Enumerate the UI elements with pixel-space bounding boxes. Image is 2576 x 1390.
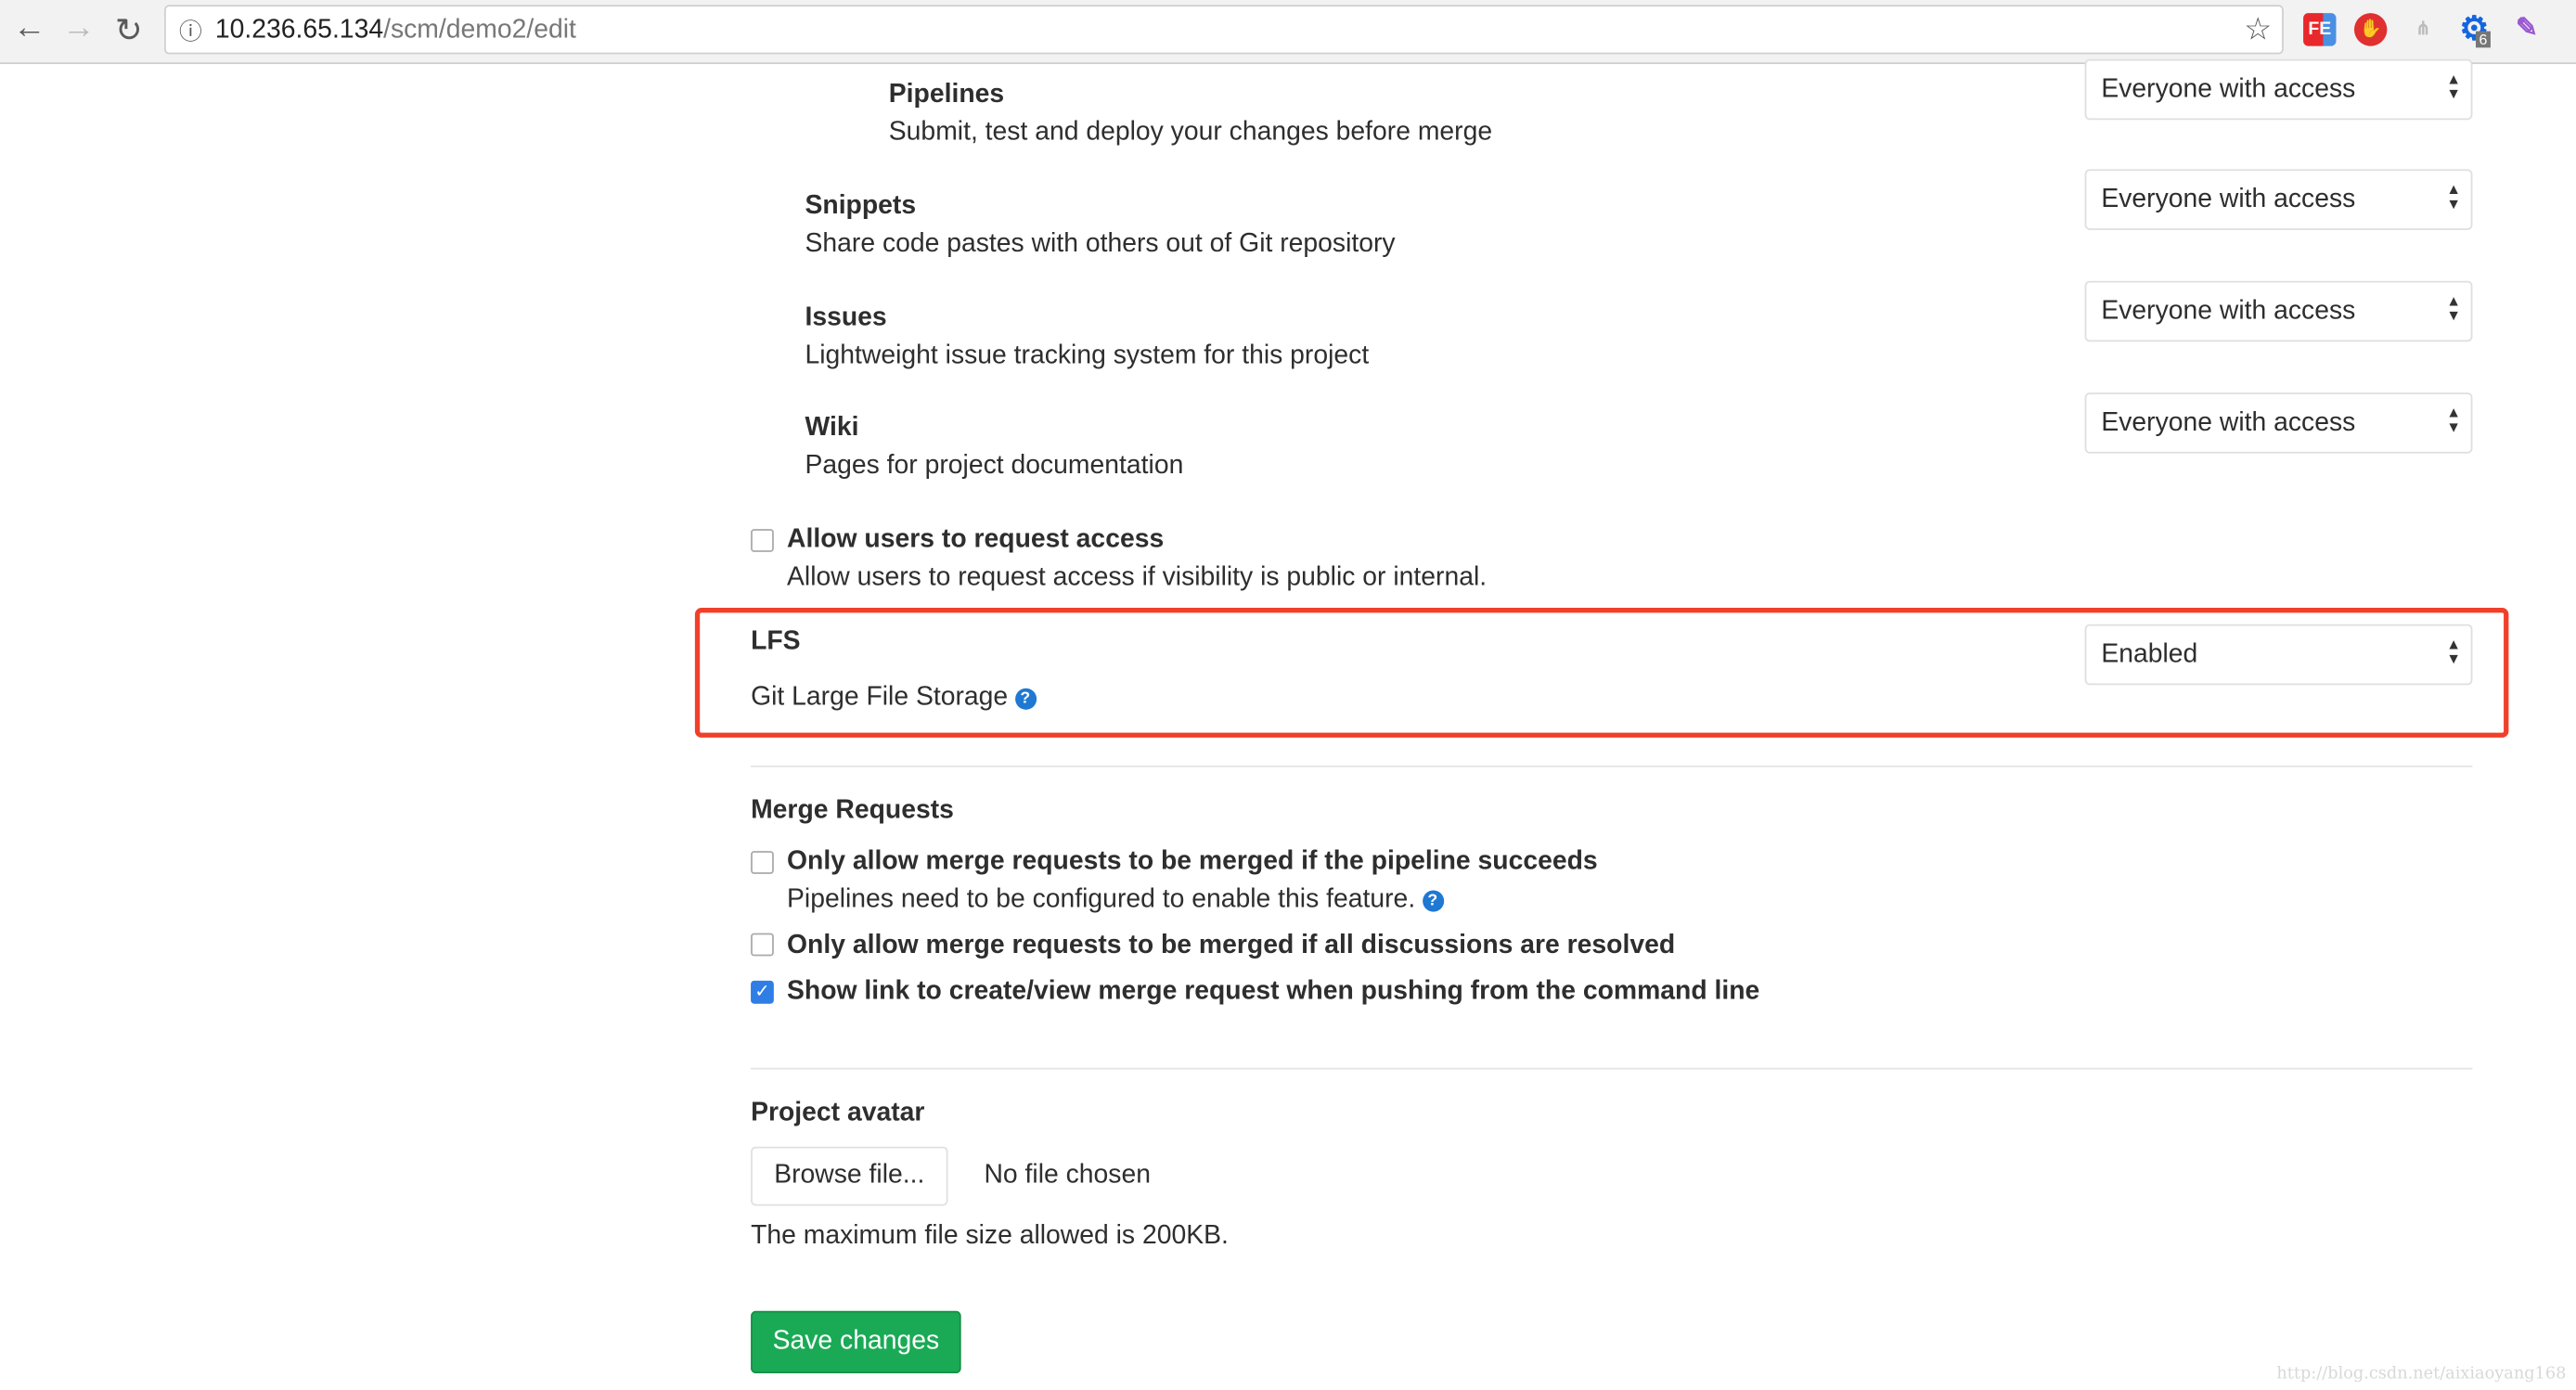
- select-value: Everyone with access: [2101, 75, 2356, 104]
- select-value: Everyone with access: [2101, 297, 2356, 326]
- back-icon[interactable]: ←: [13, 10, 45, 48]
- url-host: 10.236.65.134: [214, 16, 384, 45]
- feather-pen-icon[interactable]: ✎: [2510, 13, 2543, 45]
- show-mr-link-checkbox[interactable]: ✓: [751, 980, 774, 1004]
- bookmark-star-icon[interactable]: ☆: [2244, 11, 2272, 49]
- select-arrows-icon: ▲ ▼: [2446, 292, 2462, 324]
- pipeline-succeeds-checkbox[interactable]: [751, 851, 774, 874]
- merge-option-desc: Pipelines need to be configured to enabl…: [787, 885, 1416, 914]
- select-arrows-icon: ▲ ▼: [2446, 404, 2462, 436]
- feature-title: Pipelines: [888, 80, 1005, 109]
- help-icon[interactable]: ?: [1014, 688, 1037, 710]
- snippets-access-select[interactable]: Everyone with access ▲ ▼: [2084, 169, 2473, 230]
- sitemap-icon[interactable]: ⋔: [2407, 13, 2440, 45]
- feature-title: Snippets: [805, 192, 917, 221]
- lfs-desc: Git Large File Storage: [751, 683, 1009, 712]
- reload-icon[interactable]: ↻: [115, 10, 143, 51]
- address-bar[interactable]: ⓘ 10.236.65.134/scm/demo2/edit ☆: [164, 5, 2284, 55]
- gear-badge: 6: [2475, 31, 2491, 48]
- discussions-resolved-checkbox[interactable]: [751, 933, 774, 957]
- pipelines-access-select[interactable]: Everyone with access ▲ ▼: [2084, 58, 2473, 121]
- browser-toolbar: ← → ↻ ⓘ 10.236.65.134/scm/demo2/edit ☆ F…: [0, 0, 2576, 65]
- divider: [751, 766, 2473, 767]
- feature-desc: Lightweight issue tracking system for th…: [805, 341, 1370, 370]
- divider: [751, 1067, 2473, 1070]
- info-icon[interactable]: ⓘ: [179, 15, 202, 47]
- select-value: Everyone with access: [2101, 186, 2356, 214]
- feature-title: Wiki: [805, 414, 859, 443]
- select-arrows-icon: ▲ ▼: [2446, 180, 2462, 212]
- watermark: http://blog.csdn.net/aixiaoyang168: [2276, 1365, 2567, 1384]
- feature-desc: Pages for project documentation: [805, 451, 1184, 480]
- page: ← → ↻ ⓘ 10.236.65.134/scm/demo2/edit ☆ F…: [0, 0, 2576, 1390]
- lfs-title: LFS: [751, 627, 801, 656]
- issues-access-select[interactable]: Everyone with access ▲ ▼: [2084, 280, 2473, 342]
- feature-desc: Share code pastes with others out of Git…: [805, 229, 1396, 258]
- help-icon[interactable]: ?: [1422, 890, 1444, 912]
- merge-requests-title: Merge Requests: [751, 796, 954, 825]
- request-access-desc: Allow users to request access if visibil…: [787, 563, 1488, 592]
- avatar-size-note: The maximum file size allowed is 200KB.: [751, 1222, 1229, 1251]
- request-access-checkbox[interactable]: [751, 529, 774, 552]
- save-changes-button[interactable]: Save changes: [751, 1310, 961, 1374]
- forward-icon[interactable]: →: [62, 10, 95, 48]
- lfs-select[interactable]: Enabled ▲ ▼: [2084, 624, 2473, 686]
- feature-title: Issues: [805, 303, 887, 332]
- merge-option-label: Only allow merge requests to be merged i…: [787, 931, 1676, 959]
- request-access-label: Allow users to request access: [787, 525, 1165, 554]
- merge-option-label: Only allow merge requests to be merged i…: [787, 847, 1598, 876]
- feature-desc: Submit, test and deploy your changes bef…: [888, 118, 1493, 147]
- merge-option-label: Show link to create/view merge request w…: [787, 977, 1760, 1006]
- select-value: Enabled: [2101, 640, 2198, 669]
- fe-helper-icon[interactable]: FE: [2303, 13, 2337, 46]
- adblock-icon[interactable]: ✋: [2353, 13, 2388, 46]
- project-avatar-title: Project avatar: [751, 1099, 925, 1127]
- select-value: Everyone with access: [2101, 408, 2356, 437]
- select-arrows-icon: ▲ ▼: [2446, 71, 2462, 102]
- file-status: No file chosen: [984, 1161, 1151, 1190]
- url-path: /scm/demo2/edit: [383, 16, 576, 45]
- select-arrows-icon: ▲ ▼: [2446, 636, 2462, 667]
- wiki-access-select[interactable]: Everyone with access ▲ ▼: [2084, 393, 2473, 454]
- browse-file-button[interactable]: Browse file...: [751, 1146, 948, 1206]
